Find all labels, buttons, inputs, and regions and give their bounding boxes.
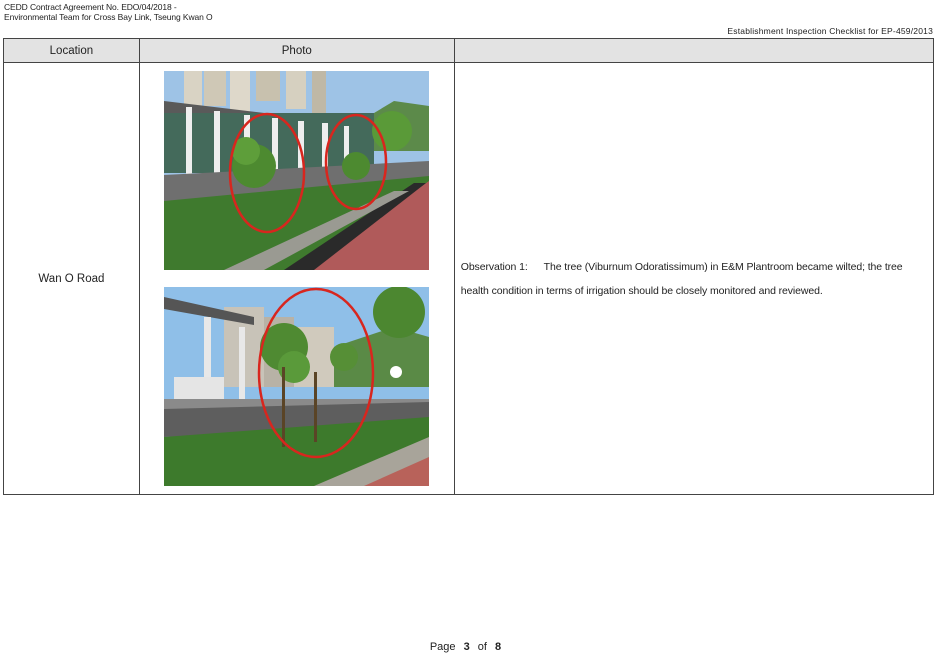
observation-column-header: [453, 38, 935, 63]
document-header: CEDD Contract Agreement No. EDO/04/2018 …: [4, 2, 213, 22]
site-photo-2: [163, 287, 429, 486]
page-footer: Page 3 of 8: [0, 641, 936, 653]
site-photo-1: [163, 71, 429, 270]
location-cell: Wan O Road: [3, 62, 140, 495]
table-header-row: Location Photo: [3, 38, 935, 63]
page-total: 8: [495, 641, 502, 653]
photo-column-header: Photo: [138, 38, 455, 63]
observation-cell: Observation 1: The tree (Viburnum Odorati…: [453, 62, 935, 495]
location-column-header: Location: [3, 38, 140, 63]
observation-label: Observation 1:: [460, 260, 528, 273]
page-number: 3: [463, 641, 470, 653]
inspection-table: Location Photo Wan O Road Observation 1:…: [3, 38, 935, 495]
page-word: Page: [429, 641, 456, 653]
checklist-title: Establishment Inspection Checklist for E…: [727, 26, 933, 36]
photo-cell: [138, 62, 455, 495]
team-line: Environmental Team for Cross Bay Link, T…: [4, 12, 213, 22]
of-word: of: [477, 641, 487, 653]
table-row: Wan O Road Observation 1: The tree (Vibu…: [3, 62, 935, 495]
contract-line: CEDD Contract Agreement No. EDO/04/2018 …: [4, 2, 177, 12]
